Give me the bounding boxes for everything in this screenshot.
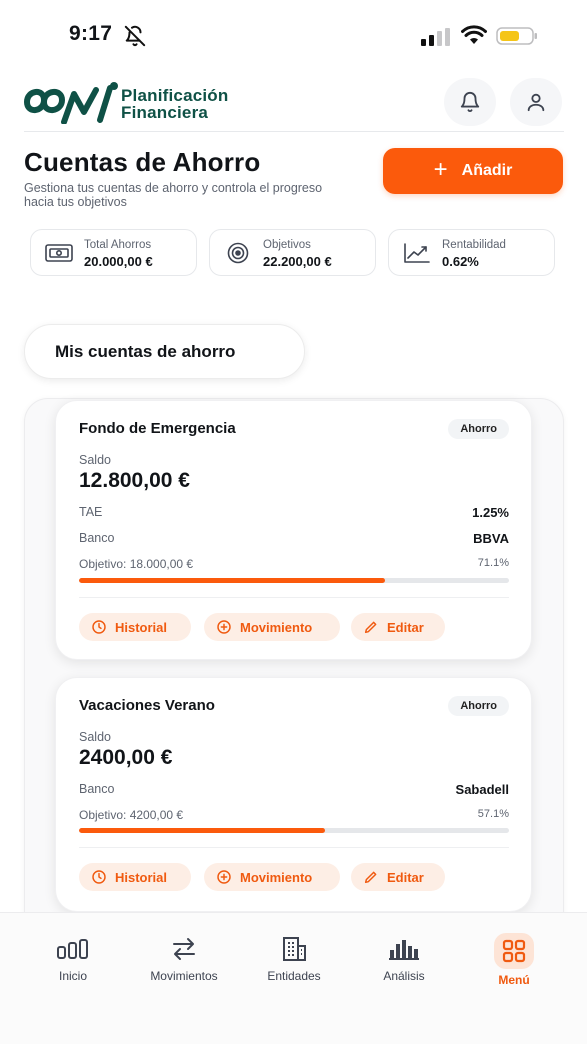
balance-value: 12.800,00 € bbox=[79, 469, 190, 492]
clock-icon bbox=[92, 620, 106, 634]
status-bar: 9:17 bbox=[0, 0, 587, 66]
progress-bar bbox=[79, 828, 509, 833]
detail-value: BBVA bbox=[473, 531, 509, 546]
movement-label: Movimiento bbox=[240, 869, 313, 885]
detail-label: Banco bbox=[79, 531, 115, 545]
bottom-nav: Inicio Movimientos Entidades Análisis Me… bbox=[0, 912, 587, 1044]
movement-label: Movimiento bbox=[240, 619, 313, 635]
battery-icon bbox=[496, 27, 537, 45]
account-name: Vacaciones Verano bbox=[79, 697, 215, 714]
detail-row-bank: Banco BBVA bbox=[79, 531, 509, 547]
history-label: Historial bbox=[115, 619, 168, 635]
movement-button[interactable]: Movimiento bbox=[204, 613, 340, 641]
edit-button[interactable]: Editar bbox=[351, 863, 445, 891]
bar-chart-icon bbox=[389, 940, 419, 960]
brand-line-2: Financiera bbox=[121, 103, 209, 122]
arrows-exchange-icon bbox=[173, 938, 195, 960]
history-label: Historial bbox=[115, 869, 168, 885]
brand-line-1: Planificación bbox=[121, 86, 229, 105]
goal-row: Objetivo: 18.000,00 € 71.1% bbox=[79, 557, 509, 571]
header-divider bbox=[24, 131, 564, 132]
wifi-icon bbox=[461, 25, 487, 44]
goal-label: Objetivo: 4200,00 € bbox=[79, 808, 184, 822]
goal-row: Objetivo: 4200,00 € 57.1% bbox=[79, 808, 509, 822]
profile-button[interactable] bbox=[510, 78, 562, 126]
nav-item-menu[interactable]: Menú bbox=[488, 933, 540, 987]
add-account-button[interactable]: + Añadir bbox=[383, 148, 563, 194]
card-divider bbox=[79, 847, 509, 848]
status-time: 9:17 bbox=[69, 22, 113, 45]
nav-item-inicio[interactable]: Inicio bbox=[50, 933, 96, 983]
grid-icon bbox=[502, 939, 526, 963]
progress-bar bbox=[79, 578, 509, 583]
home-bars-icon bbox=[57, 939, 88, 959]
nav-label: Inicio bbox=[58, 969, 87, 983]
account-name: Fondo de Emergencia bbox=[79, 420, 236, 437]
trend-up-icon bbox=[404, 243, 430, 263]
history-button[interactable]: Historial bbox=[79, 863, 191, 891]
movement-button[interactable]: Movimiento bbox=[204, 863, 340, 891]
detail-row-bank: Banco Sabadell bbox=[79, 782, 509, 798]
account-card[interactable]: Fondo de Emergencia Ahorro Saldo 12.800,… bbox=[55, 400, 532, 660]
plus-icon: + bbox=[433, 156, 448, 183]
plus-circle-icon bbox=[217, 870, 231, 884]
plus-circle-icon bbox=[217, 620, 231, 634]
bell-icon bbox=[460, 92, 480, 113]
account-type-badge: Ahorro bbox=[448, 419, 509, 439]
stat-value: 22.200,00 € bbox=[263, 254, 332, 269]
card-divider bbox=[79, 597, 509, 598]
user-icon bbox=[527, 93, 545, 112]
brand-name: Planificación Financiera bbox=[121, 87, 228, 121]
edit-label: Editar bbox=[387, 869, 424, 885]
stat-return: Rentabilidad 0.62% bbox=[388, 229, 555, 276]
goal-percent: 71.1% bbox=[477, 557, 509, 569]
clock-icon bbox=[92, 870, 106, 884]
page-title: Cuentas de Ahorro bbox=[24, 147, 261, 177]
stat-label: Objetivos bbox=[263, 239, 311, 251]
nav-item-movimientos[interactable]: Movimientos bbox=[142, 933, 226, 983]
stat-label: Total Ahorros bbox=[84, 239, 152, 251]
notifications-button[interactable] bbox=[444, 78, 496, 126]
detail-label: TAE bbox=[79, 505, 103, 519]
edit-label: Editar bbox=[387, 619, 424, 635]
detail-label: Banco bbox=[79, 782, 115, 796]
add-button-label: Añadir bbox=[461, 162, 513, 179]
signal-icon bbox=[421, 28, 450, 46]
section-title: Mis cuentas de ahorro bbox=[24, 324, 305, 379]
balance-label: Saldo bbox=[79, 453, 111, 467]
detail-row-tae: TAE 1.25% bbox=[79, 505, 509, 521]
progress-fill bbox=[79, 828, 325, 833]
stat-total-savings: Total Ahorros 20.000,00 € bbox=[30, 229, 197, 276]
nav-label: Movimientos bbox=[150, 969, 218, 983]
balance-value: 2400,00 € bbox=[79, 746, 173, 769]
history-button[interactable]: Historial bbox=[79, 613, 191, 641]
pencil-icon bbox=[364, 621, 377, 634]
building-icon bbox=[283, 937, 306, 961]
goal-label: Objetivo: 18.000,00 € bbox=[79, 557, 194, 571]
app-header: Planificación Financiera bbox=[24, 76, 564, 132]
stat-value: 0.62% bbox=[442, 254, 479, 269]
progress-fill bbox=[79, 578, 385, 583]
nav-item-analisis[interactable]: Análisis bbox=[376, 933, 432, 983]
account-card[interactable]: Vacaciones Verano Ahorro Saldo 2400,00 €… bbox=[55, 677, 532, 912]
banknote-icon bbox=[45, 244, 73, 262]
goal-percent: 57.1% bbox=[477, 808, 509, 820]
edit-button[interactable]: Editar bbox=[351, 613, 445, 641]
stat-goals: Objetivos 22.200,00 € bbox=[209, 229, 376, 276]
nav-label: Menú bbox=[498, 973, 530, 987]
nav-item-entidades[interactable]: Entidades bbox=[260, 933, 328, 983]
stat-value: 20.000,00 € bbox=[84, 254, 153, 269]
detail-value: Sabadell bbox=[455, 782, 509, 797]
logo-icon bbox=[24, 82, 118, 124]
pencil-icon bbox=[364, 871, 377, 884]
nav-label: Análisis bbox=[383, 969, 425, 983]
balance-label: Saldo bbox=[79, 730, 111, 744]
stat-label: Rentabilidad bbox=[442, 239, 506, 251]
page-subtitle: Gestiona tus cuentas de ahorro y control… bbox=[24, 181, 323, 209]
detail-value: 1.25% bbox=[472, 505, 509, 520]
nav-label: Entidades bbox=[267, 969, 321, 983]
account-type-badge: Ahorro bbox=[448, 696, 509, 716]
bell-off-icon bbox=[124, 25, 146, 47]
target-icon bbox=[227, 242, 249, 264]
